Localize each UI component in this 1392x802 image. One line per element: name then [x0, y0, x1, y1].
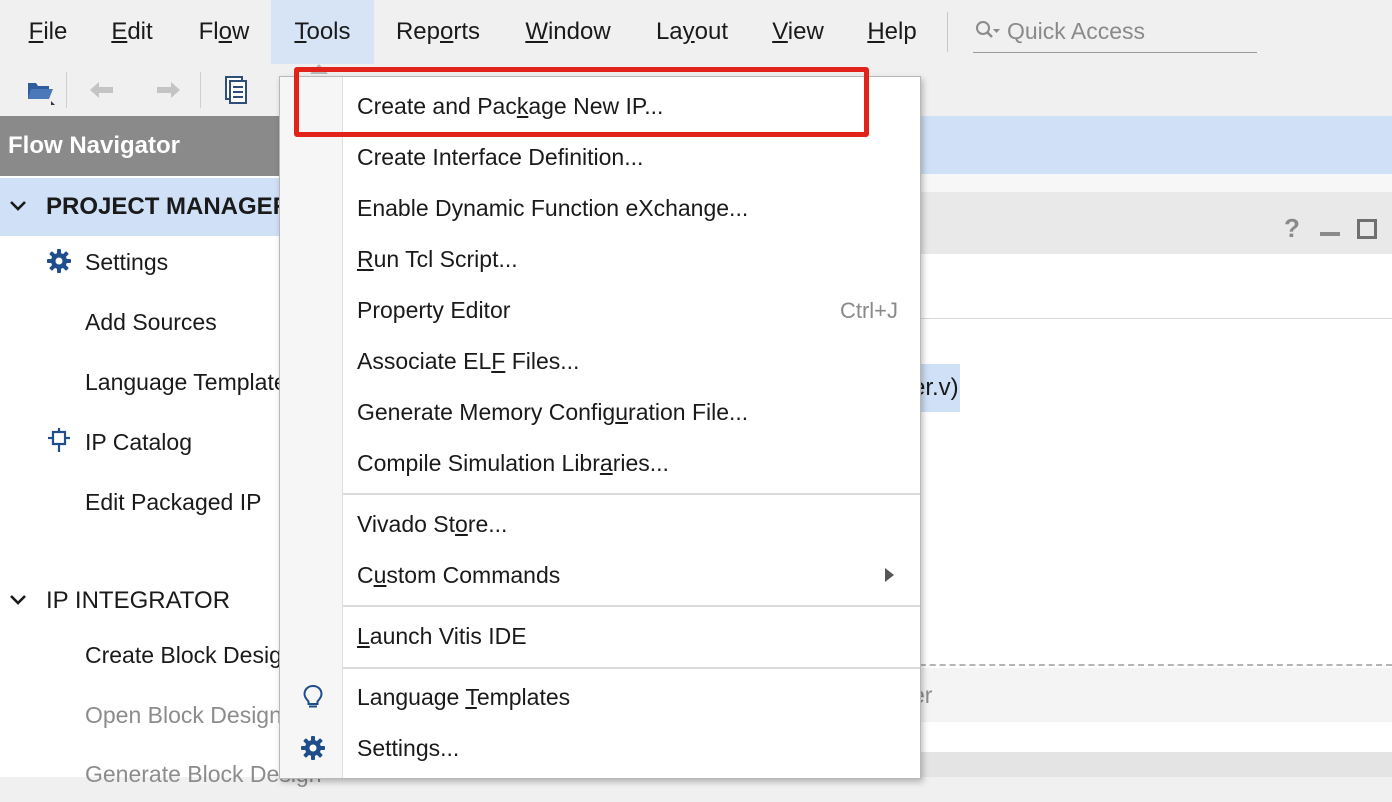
undo-button[interactable]	[82, 72, 122, 108]
flow-navigator: Flow Navigator PROJECT MANAGER Settings …	[0, 116, 322, 787]
report-icon	[225, 76, 247, 104]
menu-item-label: Custom Commands	[357, 562, 561, 588]
menu-item-label: Language Templates	[357, 684, 571, 710]
submenu-arrow-icon	[885, 568, 894, 582]
nav-item-label: Settings	[85, 249, 169, 275]
maximize-icon[interactable]	[1357, 219, 1377, 239]
menu-reports[interactable]: Reports	[388, 0, 488, 64]
lightbulb-icon	[303, 684, 323, 708]
open-project-button[interactable]	[20, 72, 60, 108]
menu-item-label: Create Interface Definition...	[357, 144, 644, 170]
flow-navigator-header: Flow Navigator	[0, 116, 282, 176]
menu-separator	[343, 605, 920, 607]
menu-item-launch-vitis-ide[interactable]: Launch Vitis IDE	[280, 611, 920, 662]
minimize-icon[interactable]	[1320, 232, 1340, 236]
nav-item-generate-block-design[interactable]: Generate Block Design	[0, 746, 322, 802]
menu-separator	[343, 667, 920, 669]
redo-icon	[157, 82, 180, 98]
menu-item-shortcut: Ctrl+J	[839, 298, 898, 323]
ip-catalog-icon	[48, 428, 70, 452]
menu-item-label: Settings...	[357, 735, 460, 761]
menu-item-enable-dfx[interactable]: Enable Dynamic Function eXchange...	[280, 183, 920, 234]
menu-item-generate-memory-configuration-file[interactable]: Generate Memory Configuration File...	[280, 387, 920, 438]
menu-bar: File Edit Flow Tools Reports Window Layo…	[0, 0, 1392, 64]
search-icon	[976, 21, 1000, 38]
menu-item-language-templates[interactable]: Language Templates	[280, 672, 920, 723]
menu-item-custom-commands[interactable]: Custom Commands	[280, 550, 920, 601]
toolbar-separator	[66, 72, 67, 108]
menu-item-settings[interactable]: Settings...	[280, 723, 920, 774]
redo-button[interactable]	[148, 72, 188, 108]
nav-item-label: Create Block Design	[85, 642, 295, 668]
open-project-icon	[28, 83, 55, 105]
nav-item-settings[interactable]: Settings	[0, 234, 282, 290]
menu-item-label: Compile Simulation Libraries...	[357, 450, 669, 476]
report-button[interactable]	[216, 72, 256, 108]
nav-item-create-block-design[interactable]: Create Block Design	[0, 627, 295, 683]
nav-section-label: IP INTEGRATOR	[46, 587, 231, 614]
nav-item-ip-catalog[interactable]: IP Catalog	[0, 414, 282, 470]
menu-tools[interactable]: Tools	[271, 0, 374, 64]
menu-item-label: Enable Dynamic Function eXchange...	[357, 195, 749, 221]
gear-icon	[47, 249, 71, 273]
menu-item-vivado-store[interactable]: Vivado Store...	[280, 499, 920, 550]
menu-item-run-tcl-script[interactable]: Run Tcl Script...	[280, 234, 920, 285]
gear-icon	[301, 736, 325, 760]
toolbar-separator	[200, 72, 201, 108]
menu-item-property-editor[interactable]: Property Editor Ctrl+J	[280, 285, 920, 336]
menu-item-label: Vivado Store...	[357, 511, 508, 537]
nav-item-edit-packaged-ip[interactable]: Edit Packaged IP	[0, 474, 282, 530]
undo-icon	[90, 82, 113, 98]
chevron-down-icon[interactable]	[8, 590, 28, 610]
nav-item-label: Language Templates	[85, 369, 299, 395]
menu-flow[interactable]: Flow	[186, 0, 262, 64]
flow-navigator-title: Flow Navigator	[8, 132, 181, 159]
menu-item-label: Run Tcl Script...	[357, 246, 518, 272]
nav-item-open-block-design[interactable]: Open Block Design	[0, 687, 282, 743]
nav-item-label: Add Sources	[85, 309, 217, 335]
menu-separator	[343, 493, 920, 495]
annotation-highlight-box	[294, 67, 869, 137]
dashed-divider	[900, 664, 1392, 666]
nav-item-label: Edit Packaged IP	[85, 489, 262, 515]
quick-access-box[interactable]	[973, 10, 1257, 53]
nav-item-label: IP Catalog	[85, 429, 192, 455]
menu-view[interactable]: View	[764, 0, 832, 64]
nav-section-project-manager[interactable]: PROJECT MANAGER	[0, 178, 290, 236]
menu-item-label: Launch Vitis IDE	[357, 623, 527, 649]
menu-item-label: Generate Memory Configuration File...	[357, 399, 749, 425]
nav-section-label: PROJECT MANAGER	[46, 193, 291, 220]
chevron-down-icon[interactable]	[8, 196, 28, 216]
quick-access-input[interactable]	[1005, 14, 1249, 48]
nav-item-language-templates[interactable]: Language Templates	[0, 354, 298, 410]
menu-window[interactable]: Window	[518, 0, 618, 64]
nav-section-ip-integrator[interactable]: IP INTEGRATOR	[0, 572, 282, 630]
tools-menu: Create and Package New IP... Create Inte…	[279, 76, 921, 779]
menu-layout[interactable]: Layout	[646, 0, 738, 64]
menu-item-create-interface-definition[interactable]: Create Interface Definition...	[280, 132, 920, 183]
menu-item-compile-simulation-libraries[interactable]: Compile Simulation Libraries...	[280, 438, 920, 489]
nav-item-label: Open Block Design	[85, 702, 282, 728]
workspace-lower-row	[900, 668, 1392, 722]
help-icon[interactable]: ?	[1284, 214, 1300, 242]
menu-file[interactable]: File	[16, 0, 80, 64]
menu-edit[interactable]: Edit	[98, 0, 166, 64]
nav-item-add-sources[interactable]: Add Sources	[0, 294, 282, 350]
menu-item-label: Associate ELF Files...	[357, 348, 580, 374]
menu-separator	[947, 12, 948, 52]
menu-item-label: Property Editor	[357, 297, 511, 323]
menu-item-associate-elf-files[interactable]: Associate ELF Files...	[280, 336, 920, 387]
menu-help[interactable]: Help	[858, 0, 926, 64]
